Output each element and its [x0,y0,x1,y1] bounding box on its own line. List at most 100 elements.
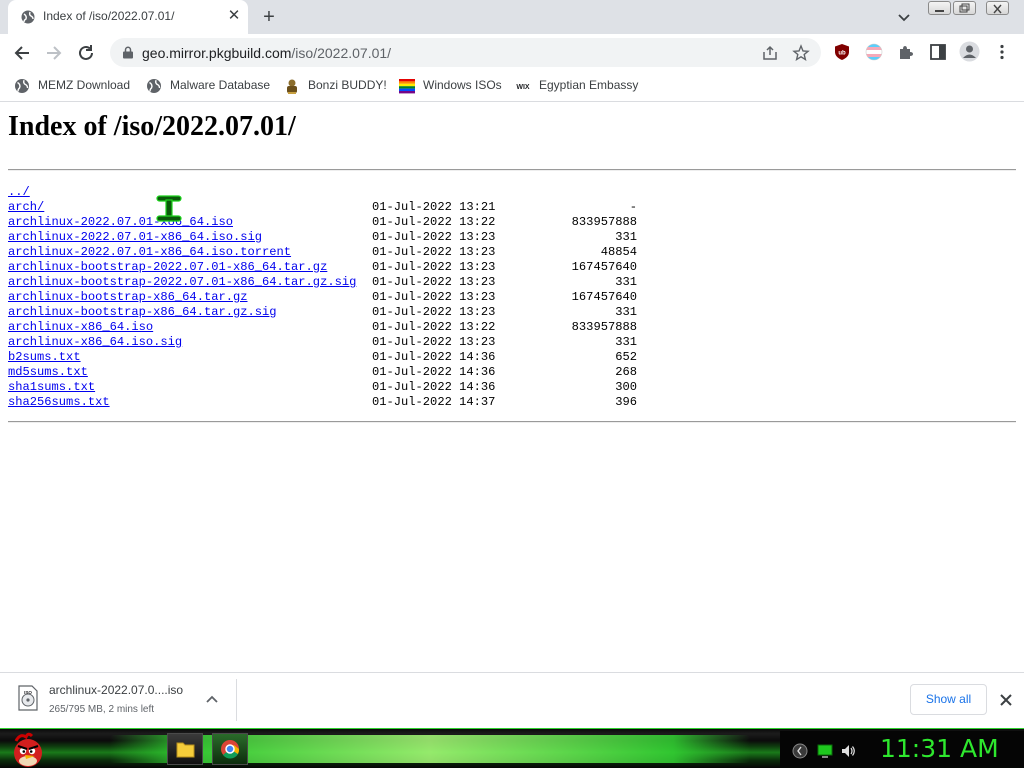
shelf-divider [236,679,237,721]
file-link[interactable]: archlinux-x86_64.iso [8,320,153,334]
file-size: 167457640 [571,290,637,304]
taskbar-chrome[interactable] [212,733,248,765]
minimize-icon [935,10,944,12]
listing-row: md5sums.txt 01-Jul-2022 14:36 268 [8,365,648,380]
file-link[interactable]: archlinux-2022.07.01-x86_64.iso.torrent [8,245,291,259]
chrome-icon [221,740,240,759]
file-date: 01-Jul-2022 13:22 [372,215,496,229]
globe-icon [15,79,29,93]
file-link[interactable]: sha256sums.txt [8,395,110,409]
url-text[interactable]: geo.mirror.pkgbuild.com/iso/2022.07.01/ [142,45,391,61]
profile-avatar-icon[interactable] [959,41,980,62]
file-link[interactable]: archlinux-x86_64.iso.sig [8,335,182,349]
close-icon[interactable] [996,690,1016,710]
file-date: 01-Jul-2022 13:23 [372,290,496,304]
reload-icon[interactable] [75,42,97,64]
listing-row: archlinux-x86_64.iso 01-Jul-2022 13:22 8… [8,320,648,335]
file-link[interactable]: archlinux-2022.07.01-x86_64.iso.sig [8,230,262,244]
back-arrow-icon[interactable] [11,42,33,64]
bookmark-label: MEMZ Download [38,78,131,92]
bookmark-star-icon[interactable] [792,44,810,62]
file-date: 01-Jul-2022 13:21 [372,200,496,214]
file-date: 01-Jul-2022 14:37 [372,395,496,409]
top-divider [8,169,1016,171]
listing-row: archlinux-2022.07.01-x86_64.iso 01-Jul-2… [8,215,648,230]
file-date: 01-Jul-2022 13:23 [372,275,496,289]
taskbar: 11:31 AM [0,728,1024,768]
bookmark-label: Malware Database [170,78,271,92]
share-icon[interactable] [761,44,779,62]
taskbar-clock[interactable]: 11:31 AM [880,734,999,763]
file-link[interactable]: archlinux-bootstrap-2022.07.01-x86_64.ta… [8,260,327,274]
show-all-button[interactable]: Show all [910,684,987,715]
listing-row: ../ [8,185,648,200]
start-button-angry-bird-icon[interactable] [8,731,48,769]
file-size: 331 [615,335,637,349]
file-link[interactable]: archlinux-2022.07.01-x86_64.iso [8,215,233,229]
svg-text:ISO: ISO [24,690,32,695]
file-link[interactable]: archlinux-bootstrap-x86_64.tar.gz.sig [8,305,277,319]
file-size: 300 [615,380,637,394]
browser-tab[interactable]: Index of /iso/2022.07.01/ ✕ [8,0,248,34]
globe-icon [147,79,161,93]
ublock-origin-icon[interactable]: ub [833,43,851,61]
parent-directory-link[interactable]: ../ [8,185,30,199]
address-bar[interactable]: geo.mirror.pkgbuild.com/iso/2022.07.01/ [110,38,821,67]
file-size: 48854 [600,245,637,259]
download-shelf: ISO archlinux-2022.07.0....iso 265/795 M… [0,672,1024,728]
file-link[interactable]: sha1sums.txt [8,380,95,394]
wix-icon: WIX [516,84,530,91]
forward-arrow-icon[interactable] [43,42,65,64]
listing-row: arch/ 01-Jul-2022 13:21 - [8,200,648,215]
folder-icon [176,742,195,758]
listing-row: archlinux-bootstrap-x86_64.tar.gz 01-Jul… [8,290,648,305]
listing-row: archlinux-2022.07.01-x86_64.iso.torrent … [8,245,648,260]
bottom-divider [8,421,1016,423]
restore-icon [959,3,970,13]
tab-title: Index of /iso/2022.07.01/ [43,9,175,23]
file-date: 01-Jul-2022 14:36 [372,380,496,394]
file-link[interactable]: archlinux-bootstrap-2022.07.01-x86_64.ta… [8,275,356,289]
tray-app-icon[interactable] [792,743,808,759]
svg-text:WIX: WIX [516,84,530,91]
file-link[interactable]: arch/ [8,200,44,214]
lock-icon[interactable] [122,46,134,59]
new-tab-icon[interactable]: + [257,6,281,28]
tab-search-chevron-icon[interactable] [895,8,913,26]
volume-icon[interactable] [840,743,856,759]
network-monitor-icon[interactable] [817,743,833,759]
side-panel-icon[interactable] [929,43,947,61]
listing-row: archlinux-bootstrap-x86_64.tar.gz.sig 01… [8,305,648,320]
listing-row: sha1sums.txt 01-Jul-2022 14:36 300 [8,380,648,395]
listing-row: sha256sums.txt 01-Jul-2022 14:37 396 [8,395,648,410]
close-icon [993,4,1002,14]
file-link[interactable]: archlinux-bootstrap-x86_64.tar.gz [8,290,248,304]
file-date: 01-Jul-2022 13:23 [372,335,496,349]
file-size: 331 [615,230,637,244]
bookmark-label: Egyptian Embassy [539,78,639,92]
kebab-menu-icon[interactable] [993,43,1011,61]
file-size: 167457640 [571,260,637,274]
bonzi-icon [287,79,297,94]
close-window-button[interactable] [986,1,1009,15]
bookmark-label: Bonzi BUDDY! [308,78,387,92]
file-date: 01-Jul-2022 13:23 [372,260,496,274]
restore-button[interactable] [953,1,976,15]
file-date: 01-Jul-2022 13:23 [372,305,496,319]
tab-close-icon[interactable]: ✕ [226,8,242,24]
file-link[interactable]: md5sums.txt [8,365,88,379]
listing-row: archlinux-2022.07.01-x86_64.iso.sig 01-J… [8,230,648,245]
file-size: 331 [615,275,637,289]
trans-flag-extension-icon[interactable] [865,43,883,61]
url-path: /iso/2022.07.01/ [291,45,392,61]
file-date: 01-Jul-2022 13:23 [372,245,496,259]
file-date: 01-Jul-2022 14:36 [372,365,496,379]
bookmarks-bar: MEMZ Download Malware Database Bonzi BUD… [0,71,1024,102]
taskbar-file-explorer[interactable] [167,733,203,765]
minimize-button[interactable] [928,1,951,15]
chevron-up-icon[interactable] [203,691,221,709]
file-link[interactable]: b2sums.txt [8,350,81,364]
file-size: 833957888 [571,320,637,334]
extensions-puzzle-icon[interactable] [897,43,915,61]
bookmark-label: Windows ISOs [423,78,502,92]
